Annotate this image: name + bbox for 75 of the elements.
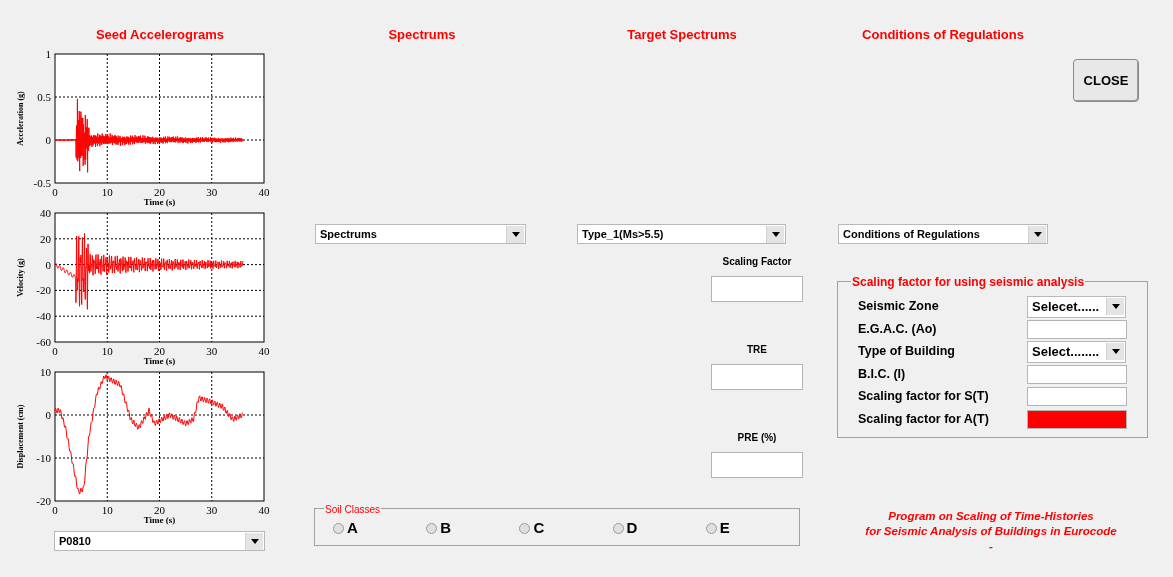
radio-label: E <box>719 518 730 539</box>
field-label: Type of Building <box>858 343 955 361</box>
radio-button[interactable] <box>612 523 624 534</box>
tick-label: 40 <box>258 504 270 516</box>
tick-label: 10 <box>40 366 51 378</box>
tick-label: 40 <box>40 207 51 219</box>
program-note: Program on Scaling of Time-Histories <box>888 509 1094 524</box>
field-label: E.G.A.C. (Ao) <box>858 320 937 338</box>
tick-label: 20 <box>40 232 51 245</box>
axis-label: Displacement (cm) <box>16 404 25 469</box>
tick-label: 1 <box>45 48 51 60</box>
program-note: for Seismic Analysis of Buildings in Eurocode <box>865 524 1117 539</box>
radio-button[interactable] <box>705 523 717 534</box>
text-field[interactable] <box>1027 387 1127 406</box>
axis-label: Time (s) <box>143 356 176 366</box>
conditions-select[interactable]: Conditions of Regulations <box>838 224 1048 244</box>
tick-label: 10 <box>101 186 113 198</box>
axis-label: Velocity (g) <box>16 258 25 297</box>
radio-button[interactable] <box>519 523 531 534</box>
field-label: B.I.C. (I) <box>858 365 906 383</box>
axis-label: Time (s) <box>143 515 176 525</box>
target-spectrum-select[interactable]: Type_1(Ms>5.5) <box>577 224 786 244</box>
section-heading: Conditions of Regulations <box>862 26 1024 44</box>
axis-label: Time (s) <box>143 197 176 207</box>
tick-label: 0 <box>52 345 58 357</box>
radio-label: A <box>347 518 358 539</box>
text-field[interactable] <box>711 276 803 302</box>
text-field[interactable] <box>1027 364 1127 384</box>
radio-button[interactable] <box>333 523 344 534</box>
program-note: - <box>989 539 993 554</box>
tick-label: -40 <box>36 310 51 323</box>
tick-label: 0.5 <box>37 91 51 103</box>
text-field[interactable] <box>711 452 803 478</box>
text-field[interactable] <box>1027 409 1127 429</box>
radio-button[interactable] <box>426 523 438 534</box>
field-label: PRE (%) <box>737 431 777 445</box>
radio-label: C <box>533 518 545 539</box>
tick-label: -10 <box>36 452 51 464</box>
tick-label: -20 <box>36 495 51 507</box>
tick-label: 40 <box>258 186 270 198</box>
tick-label: 0 <box>45 258 51 271</box>
section-heading: Seed Accelerograms <box>95 26 225 44</box>
record-select[interactable]: P0810 <box>54 531 265 551</box>
tick-label: 10 <box>101 504 113 516</box>
axis-label: Acceleration (g) <box>16 91 25 146</box>
tick-label: 20 <box>154 345 165 357</box>
text-field[interactable] <box>711 364 803 390</box>
tick-label: -60 <box>36 336 51 348</box>
field-label: Scaling Factor <box>722 255 792 269</box>
tick-label: 0 <box>45 134 51 146</box>
tick-label: -0.5 <box>33 177 51 189</box>
field-label: Scaling factor for A(T) <box>858 410 989 428</box>
field-label: TRE <box>747 343 767 357</box>
tick-label: 20 <box>154 504 165 516</box>
spectrums-select[interactable]: Spectrums <box>315 224 526 244</box>
radio-label: B <box>440 518 452 539</box>
tick-label: 0 <box>52 504 58 516</box>
close-button[interactable]: CLOSE <box>1073 59 1139 102</box>
tick-label: -20 <box>36 284 51 297</box>
tick-label: 20 <box>154 186 165 198</box>
tick-label: 30 <box>206 504 218 516</box>
option-select[interactable]: Select........ <box>1027 340 1126 363</box>
tick-label: 30 <box>206 186 218 198</box>
option-select[interactable]: Selecet...... <box>1027 295 1126 318</box>
tick-label: 30 <box>206 345 218 357</box>
tick-label: 40 <box>258 345 270 357</box>
radio-label: D <box>626 518 638 539</box>
tick-label: 0 <box>52 186 58 198</box>
field-label: Scaling factor for S(T) <box>858 388 989 406</box>
section-heading: Target Spectrums <box>627 26 737 44</box>
tick-label: 10 <box>101 345 113 357</box>
section-heading: Spectrums <box>388 26 456 44</box>
text-field[interactable] <box>1027 319 1127 339</box>
tick-label: 0 <box>45 409 51 421</box>
field-label: Seismic Zone <box>858 298 939 316</box>
